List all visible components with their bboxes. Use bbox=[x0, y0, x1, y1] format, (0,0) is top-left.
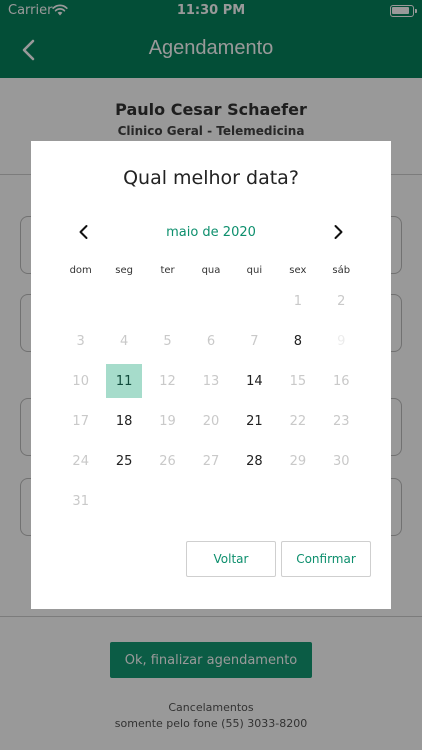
weekday-label: qua bbox=[201, 265, 221, 276]
calendar-day-17: 17 bbox=[72, 413, 89, 429]
weekday-label: sex bbox=[289, 265, 307, 276]
calendar-day-29: 29 bbox=[289, 453, 307, 469]
calendar-day-12: 12 bbox=[159, 373, 176, 389]
calendar-day-20: 20 bbox=[202, 413, 220, 429]
weekday-label: ter bbox=[160, 265, 175, 276]
calendar-day-16: 16 bbox=[332, 373, 350, 389]
confirm-button[interactable]: Confirmar bbox=[281, 541, 371, 577]
weekday-label: qui bbox=[246, 265, 263, 276]
calendar-day-9: 9 bbox=[337, 333, 346, 349]
calendar-day-21[interactable]: 21 bbox=[233, 401, 276, 441]
calendar-day-6: 6 bbox=[206, 333, 216, 349]
back-button[interactable]: Voltar bbox=[186, 541, 276, 577]
dialog-title: Qual melhor data? bbox=[123, 167, 299, 189]
calendar-day-28[interactable]: 28 bbox=[233, 441, 276, 481]
calendar-day-3: 3 bbox=[76, 333, 85, 349]
calendar-day-4: 4 bbox=[119, 333, 129, 349]
calendar-day-5: 5 bbox=[163, 333, 172, 349]
calendar-day-22: 22 bbox=[289, 413, 307, 429]
selected-day-label: 11 bbox=[106, 364, 143, 398]
calendar-day-26: 26 bbox=[159, 453, 176, 469]
calendar-day-19: 19 bbox=[159, 413, 176, 429]
calendar-grid: 1 2 3 4 5 6 7 8 9 10 11 12 13 14 15 16 17 18 19 20 21 22 23 24 2… bbox=[59, 281, 363, 521]
date-picker-dialog: Qual melhor data? maio de 2020 dom seg ter… bbox=[31, 141, 391, 609]
calendar-day-1: 1 bbox=[293, 293, 302, 309]
calendar-day-23: 23 bbox=[332, 413, 350, 429]
calendar-day-13: 13 bbox=[202, 373, 220, 389]
calendar-day-24: 24 bbox=[72, 453, 89, 469]
calendar-day-15: 15 bbox=[289, 373, 307, 389]
calendar-day-30: 30 bbox=[332, 453, 350, 469]
weekday-label: dom bbox=[69, 265, 92, 276]
calendar-weekday-header: dom seg ter qua qui sex sáb bbox=[59, 265, 363, 279]
calendar-day-8[interactable]: 8 bbox=[276, 321, 319, 361]
calendar-day-2: 2 bbox=[337, 293, 346, 309]
calendar-day-10: 10 bbox=[72, 373, 89, 389]
chevron-right-icon[interactable] bbox=[329, 223, 347, 241]
calendar-day-7: 7 bbox=[250, 333, 259, 349]
calendar-day-18[interactable]: 18 bbox=[102, 401, 145, 441]
weekday-label: sáb bbox=[332, 265, 351, 276]
calendar-day-14[interactable]: 14 bbox=[233, 361, 276, 401]
calendar-day-25[interactable]: 25 bbox=[102, 441, 145, 481]
calendar-day-11[interactable]: 11 bbox=[102, 361, 145, 401]
calendar-day-27: 27 bbox=[202, 453, 220, 469]
calendar-day-31: 31 bbox=[72, 493, 89, 509]
weekday-label: seg bbox=[115, 265, 133, 276]
